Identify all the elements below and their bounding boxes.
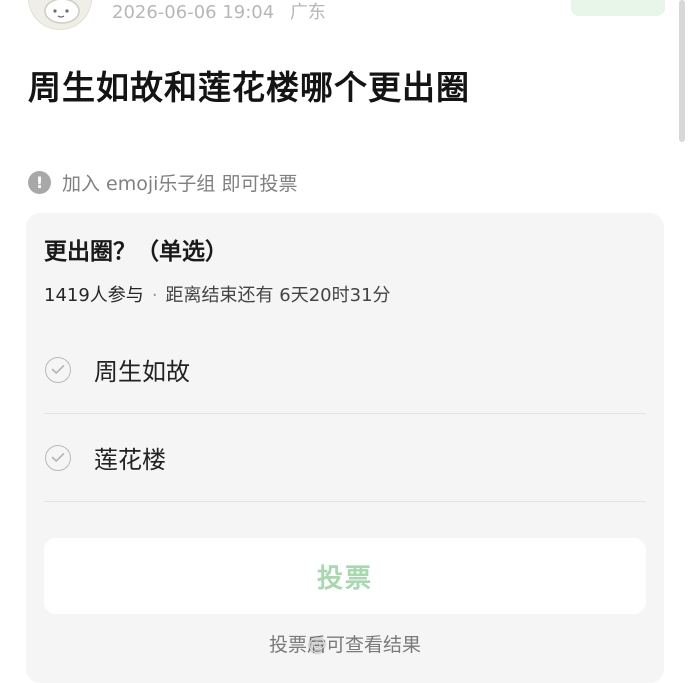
scrollbar[interactable] <box>679 0 685 142</box>
vote-hint: 投票后可查看结果 <box>268 634 421 656</box>
poll-option-label: 莲花楼 <box>94 446 166 474</box>
watermark: @ <box>308 634 326 655</box>
post-timestamp: 2026-06-06 19:04 <box>112 2 275 23</box>
poll-option[interactable]: 周生如故 <box>44 326 646 414</box>
avatar[interactable] <box>28 0 92 30</box>
poll-card: 更出圈？（单选） 1419人参与 · 距离结束还有 6天20时31分 周生如故 莲花… <box>26 213 664 683</box>
join-notice: ! 加入 emoji乐子组 即可投票 <box>28 169 297 195</box>
post-location: 广东 <box>289 2 326 23</box>
check-circle-icon[interactable] <box>45 444 71 471</box>
vote-button[interactable]: 投票 <box>44 538 646 614</box>
exclamation-icon: ! <box>28 170 51 194</box>
poll-stats: 1419人参与 · 距离结束还有 6天20时31分 <box>44 283 391 309</box>
separator-dot: · <box>151 285 158 306</box>
poll-remaining-time: 距离结束还有 6天20时31分 <box>165 285 391 306</box>
check-circle-icon[interactable] <box>45 356 71 383</box>
poll-option[interactable]: 莲花楼 <box>44 414 646 502</box>
join-notice-text: 加入 emoji乐子组 即可投票 <box>62 172 298 195</box>
follow-button[interactable] <box>571 0 665 16</box>
post-title: 周生如故和莲花楼哪个更出圈 <box>28 68 470 107</box>
poll-question: 更出圈？（单选） <box>44 239 228 265</box>
poll-option-label: 周生如故 <box>94 358 190 386</box>
post-meta: 2026-06-06 19:04 广东 <box>112 2 326 24</box>
poll-options: 周生如故 莲花楼 <box>44 326 646 502</box>
poll-participants: 1419人参与 <box>44 285 144 306</box>
